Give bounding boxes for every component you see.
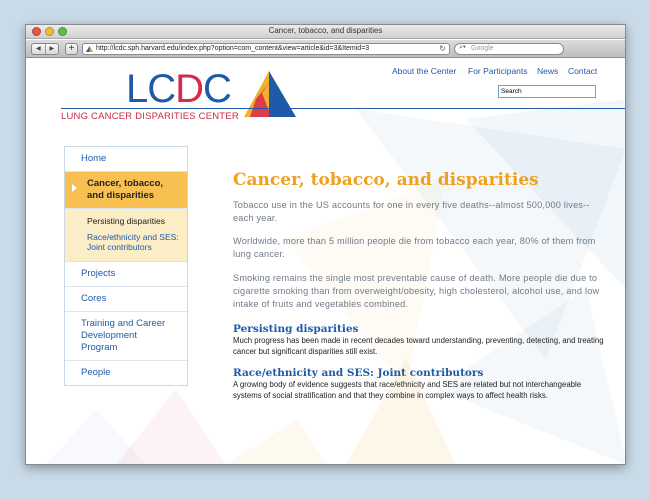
window-title: Cancer, tobacco, and disparities <box>268 26 383 35</box>
address-bar[interactable]: http://lcdc.sph.harvard.edu/index.php?op… <box>82 43 450 55</box>
logo-c: C <box>203 67 232 111</box>
nav-contact[interactable]: Contact <box>568 66 597 76</box>
browser-window: Cancer, tobacco, and disparities ◀ ▶ + h… <box>25 24 626 465</box>
web-page: LCDC LUNG CANCER DISPARITIES CENTER Abou… <box>26 59 625 464</box>
main-content: Cancer, tobacco, and disparities Tobacco… <box>233 170 605 401</box>
sidebar-item-home[interactable]: Home <box>65 147 187 172</box>
site-favicon-icon <box>86 46 93 52</box>
page-title: Cancer, tobacco, and disparities <box>233 170 539 190</box>
sidebar-item-projects[interactable]: Projects <box>65 262 187 287</box>
header-divider <box>61 108 625 109</box>
sidebar-subitem-race-ses[interactable]: Race/ethnicity and SES: Joint contributo… <box>65 229 187 255</box>
sidebar-item-cores[interactable]: Cores <box>65 287 187 312</box>
url-text: http://lcdc.sph.harvard.edu/index.php?op… <box>96 45 370 52</box>
sidebar-item-training[interactable]: Training and Career Development Program <box>65 312 187 361</box>
sidebar-submenu: Persisting disparities Race/ethnicity an… <box>65 209 187 262</box>
forward-button[interactable]: ▶ <box>46 44 59 54</box>
paragraph-worldwide: Worldwide, more than 5 million people di… <box>233 236 596 259</box>
sidebar-item-cancer-tobacco[interactable]: Cancer, tobacco, and disparities <box>65 172 187 209</box>
browser-search-field[interactable]: ⌕▾ Google <box>454 43 564 55</box>
logo-d: D <box>175 67 204 111</box>
browser-toolbar: ◀ ▶ + http://lcdc.sph.harvard.edu/index.… <box>26 40 625 58</box>
logo-triangle-mark-icon <box>244 71 296 117</box>
reload-icon[interactable]: ↻ <box>439 44 446 53</box>
paragraph-tobacco-us: Tobacco use in the US accounts for one i… <box>233 200 590 223</box>
search-placeholder: Google <box>471 45 494 52</box>
section-title-persisting[interactable]: Persisting disparities <box>233 322 605 336</box>
logo-lc: LC <box>126 67 176 111</box>
back-button[interactable]: ◀ <box>32 44 46 54</box>
logo-subtitle: LUNG CANCER DISPARITIES CENTER <box>61 111 239 122</box>
nav-participants[interactable]: For Participants <box>468 66 528 76</box>
section-title-race-ses[interactable]: Race/ethnicity and SES: Joint contributo… <box>233 366 605 380</box>
sidebar-menu: Home Cancer, tobacco, and disparities Pe… <box>64 146 188 386</box>
history-nav: ◀ ▶ <box>31 43 59 55</box>
site-search-input[interactable]: Search <box>498 85 596 98</box>
section-body-persisting: Much progress has been made in recent de… <box>233 336 604 356</box>
title-bar: Cancer, tobacco, and disparities <box>26 25 625 39</box>
nav-about[interactable]: About the Center <box>392 66 456 76</box>
nav-news[interactable]: News <box>537 66 558 76</box>
sidebar-subitem-persisting[interactable]: Persisting disparities <box>65 213 187 229</box>
sidebar-item-people[interactable]: People <box>65 361 187 385</box>
section-body-race-ses: A growing body of evidence suggests that… <box>233 380 582 400</box>
add-bookmark-button[interactable]: + <box>65 43 78 55</box>
search-icon: ⌕▾ <box>459 44 466 51</box>
site-logo[interactable]: LCDC <box>126 67 232 111</box>
paragraph-smoking: Smoking remains the single most preventa… <box>233 273 600 309</box>
